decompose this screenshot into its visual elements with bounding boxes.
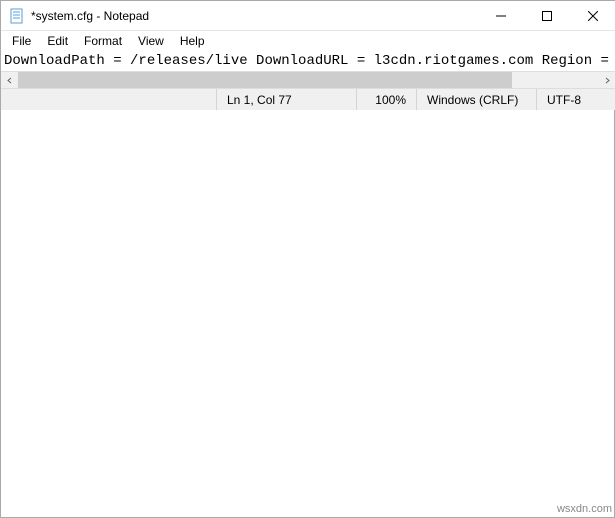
- scroll-right-arrow-icon[interactable]: [599, 72, 615, 89]
- scroll-left-arrow-icon[interactable]: [1, 72, 18, 89]
- status-bar: Ln 1, Col 77 100% Windows (CRLF) UTF-8: [1, 88, 615, 110]
- status-line-col: Ln 1, Col 77: [216, 89, 356, 110]
- text-editor[interactable]: DownloadPath = /releases/live DownloadUR…: [1, 51, 615, 71]
- watermark-text: wsxdn.com: [557, 503, 612, 515]
- window-controls: [478, 1, 615, 30]
- menu-help[interactable]: Help: [173, 33, 212, 49]
- status-encoding: UTF-8: [536, 89, 615, 110]
- window-title: *system.cfg - Notepad: [31, 9, 478, 23]
- status-line-ending: Windows (CRLF): [416, 89, 536, 110]
- menu-bar: File Edit Format View Help: [1, 31, 615, 51]
- notepad-icon: [9, 8, 25, 24]
- menu-edit[interactable]: Edit: [40, 33, 75, 49]
- menu-view[interactable]: View: [131, 33, 171, 49]
- status-empty: [1, 89, 216, 110]
- editor-container: DownloadPath = /releases/live DownloadUR…: [1, 51, 615, 88]
- horizontal-scrollbar[interactable]: [1, 71, 615, 88]
- status-zoom: 100%: [356, 89, 416, 110]
- minimize-button[interactable]: [478, 1, 524, 30]
- maximize-button[interactable]: [524, 1, 570, 30]
- scrollbar-track[interactable]: [18, 72, 599, 89]
- scrollbar-thumb[interactable]: [18, 72, 512, 89]
- menu-file[interactable]: File: [5, 33, 38, 49]
- close-button[interactable]: [570, 1, 615, 30]
- title-bar: *system.cfg - Notepad: [1, 1, 615, 31]
- menu-format[interactable]: Format: [77, 33, 129, 49]
